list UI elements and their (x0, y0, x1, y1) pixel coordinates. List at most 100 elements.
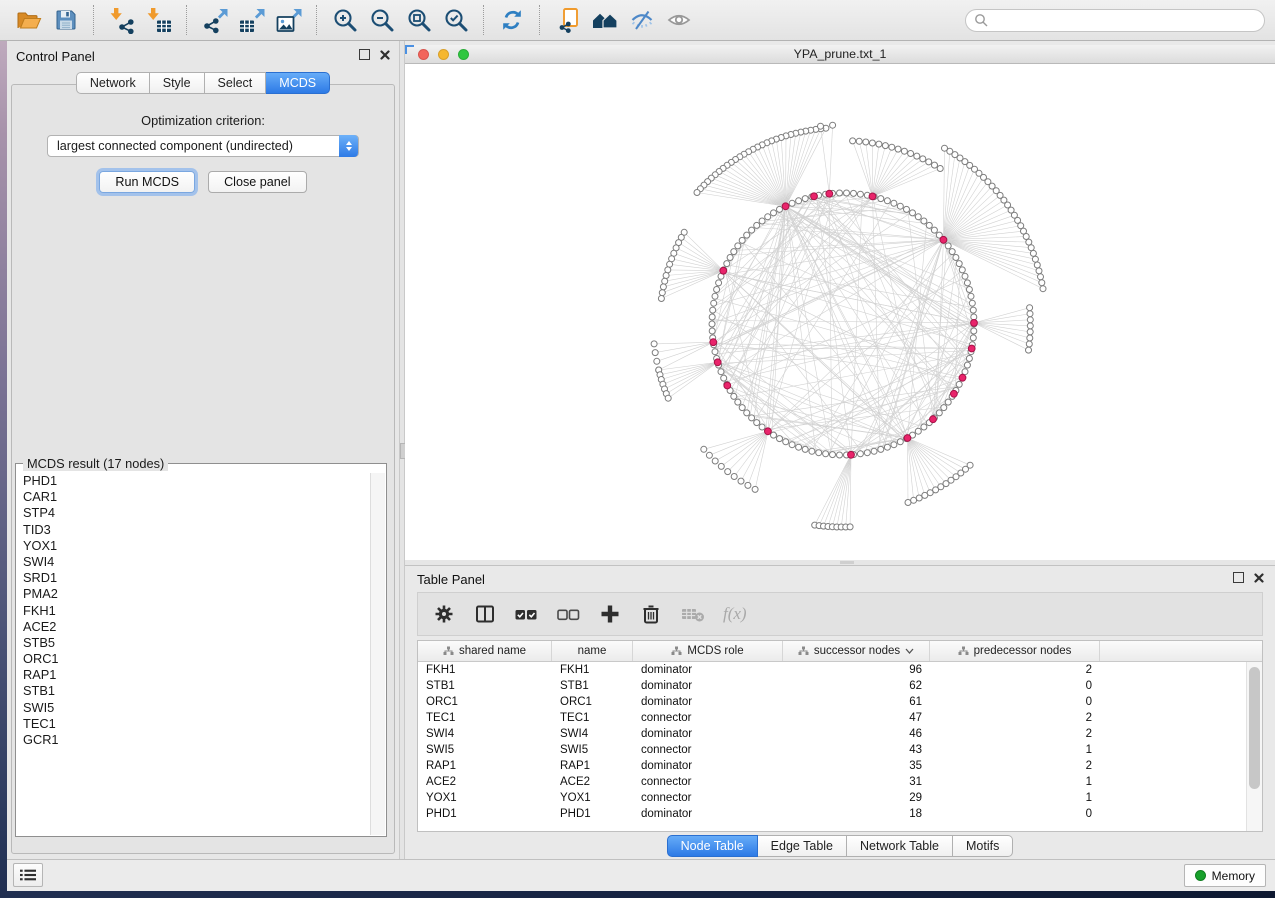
run-mcds-button[interactable]: Run MCDS (99, 171, 195, 193)
export-table-icon[interactable] (233, 3, 270, 37)
mcds-result-item[interactable]: FKH1 (17, 603, 371, 619)
zoom-fit-icon[interactable] (400, 3, 437, 37)
export-network-icon[interactable] (196, 3, 233, 37)
mcds-result-item[interactable]: STB1 (17, 683, 371, 699)
memory-button[interactable]: Memory (1184, 864, 1266, 887)
table-cell: PHD1 (552, 806, 633, 822)
table-row[interactable]: SWI4SWI4dominator462 (418, 726, 1262, 742)
show-all-panels-icon[interactable] (586, 3, 623, 37)
mcds-result-item[interactable]: CAR1 (17, 489, 371, 505)
column-header-successor-nodes[interactable]: successor nodes (783, 641, 930, 661)
table-row[interactable]: FKH1FKH1dominator962 (418, 662, 1262, 678)
open-file-icon[interactable] (10, 3, 47, 37)
column-header-predecessor-nodes[interactable]: predecessor nodes (930, 641, 1100, 661)
mcds-result-item[interactable]: TID3 (17, 522, 371, 538)
column-visibility-icon[interactable] (473, 602, 497, 626)
table-row[interactable]: ORC1ORC1dominator610 (418, 694, 1262, 710)
table-settings-icon[interactable] (432, 602, 456, 626)
float-panel-icon[interactable] (359, 49, 370, 60)
mcds-result-item[interactable]: GCR1 (17, 732, 371, 748)
mcds-result-item[interactable]: SWI5 (17, 700, 371, 716)
mcds-result-item[interactable]: SWI4 (17, 554, 371, 570)
tab-select[interactable]: Select (205, 72, 267, 94)
mcds-result-item[interactable]: YOX1 (17, 538, 371, 554)
table-cell: dominator (633, 758, 783, 774)
table-cell: 2 (930, 662, 1100, 678)
float-panel-icon[interactable] (1233, 572, 1244, 583)
import-table-icon[interactable] (140, 3, 177, 37)
search-input[interactable] (994, 12, 1256, 28)
task-history-button[interactable] (13, 863, 43, 887)
tab-edge-table[interactable]: Edge Table (758, 835, 847, 857)
table-row[interactable]: SWI5SWI5connector431 (418, 742, 1262, 758)
mcds-result-item[interactable]: PHD1 (17, 473, 371, 489)
deselect-all-icon[interactable] (556, 602, 581, 626)
mcds-list-scrollbar[interactable] (370, 473, 385, 835)
control-panel-titlebar: Control Panel (7, 41, 399, 70)
import-network-icon[interactable] (103, 3, 140, 37)
mcds-result-item[interactable]: TEC1 (17, 716, 371, 732)
refresh-icon[interactable] (493, 3, 530, 37)
tab-motifs[interactable]: Motifs (953, 835, 1013, 857)
control-panel: Control Panel Network Style Select MCDS … (7, 41, 399, 860)
mcds-result-item[interactable]: SRD1 (17, 570, 371, 586)
close-panel-button[interactable]: Close panel (208, 171, 307, 193)
function-builder-icon[interactable]: f(x) (723, 604, 747, 624)
tab-network[interactable]: Network (76, 72, 150, 94)
zoom-out-icon[interactable] (363, 3, 400, 37)
table-row[interactable]: STB1STB1dominator620 (418, 678, 1262, 694)
table-row[interactable]: ACE2ACE2connector311 (418, 774, 1262, 790)
hide-panels-icon[interactable] (623, 3, 660, 37)
table-cell: 96 (783, 662, 930, 678)
close-panel-icon[interactable] (1254, 573, 1264, 583)
mcds-result-item[interactable]: STB5 (17, 635, 371, 651)
column-header-name[interactable]: name (552, 641, 633, 661)
tab-node-table[interactable]: Node Table (667, 835, 758, 857)
new-network-from-selection-icon[interactable] (549, 3, 586, 37)
table-cell: SWI5 (418, 742, 552, 758)
tab-mcds[interactable]: MCDS (266, 72, 330, 94)
main-area: Control Panel Network Style Select MCDS … (7, 41, 1275, 860)
table-row[interactable]: RAP1RAP1dominator352 (418, 758, 1262, 774)
table-row[interactable]: PHD1PHD1dominator180 (418, 806, 1262, 822)
table-cell: dominator (633, 806, 783, 822)
table-cell: YOX1 (418, 790, 552, 806)
tab-style[interactable]: Style (150, 72, 205, 94)
mcds-result-item[interactable]: ACE2 (17, 619, 371, 635)
table-row[interactable]: YOX1YOX1connector291 (418, 790, 1262, 806)
add-column-icon[interactable] (598, 602, 622, 626)
table-row[interactable]: TEC1TEC1connector472 (418, 710, 1262, 726)
table-scrollbar[interactable] (1246, 662, 1262, 831)
tab-network-table[interactable]: Network Table (847, 835, 953, 857)
active-frame-indicator (405, 45, 414, 54)
zoom-selected-icon[interactable] (437, 3, 474, 37)
optimization-select[interactable]: largest connected component (undirected) (47, 135, 359, 157)
network-graph[interactable] (405, 64, 1275, 560)
scrollbar-thumb[interactable] (1249, 667, 1260, 789)
search-icon (974, 13, 988, 27)
network-window-title: YPA_prune.txt_1 (405, 47, 1275, 61)
close-panel-icon[interactable] (380, 50, 390, 60)
table-cell: FKH1 (552, 662, 633, 678)
save-session-icon[interactable] (47, 3, 84, 37)
table-cell: 18 (783, 806, 930, 822)
mcds-result-item[interactable]: RAP1 (17, 667, 371, 683)
mcds-result-item[interactable]: ORC1 (17, 651, 371, 667)
column-header-mcds-role[interactable]: MCDS role (633, 641, 783, 661)
delete-table-icon[interactable] (680, 602, 706, 626)
export-image-icon[interactable] (270, 3, 307, 37)
splitter-grip[interactable] (840, 561, 854, 564)
column-header-shared-name[interactable]: shared name (418, 641, 552, 661)
show-graphics-details-icon[interactable] (660, 3, 697, 37)
task-list-icon (20, 868, 36, 882)
table-cell: ORC1 (418, 694, 552, 710)
node-table-body: FKH1FKH1dominator962STB1STB1dominator620… (418, 662, 1262, 822)
mcds-result-item[interactable]: PMA2 (17, 586, 371, 602)
mcds-result-item[interactable]: STP4 (17, 505, 371, 521)
table-cell: 35 (783, 758, 930, 774)
select-all-icon[interactable] (514, 602, 539, 626)
table-cell: ORC1 (552, 694, 633, 710)
zoom-in-icon[interactable] (326, 3, 363, 37)
table-cell: PHD1 (418, 806, 552, 822)
delete-column-icon[interactable] (639, 602, 663, 626)
